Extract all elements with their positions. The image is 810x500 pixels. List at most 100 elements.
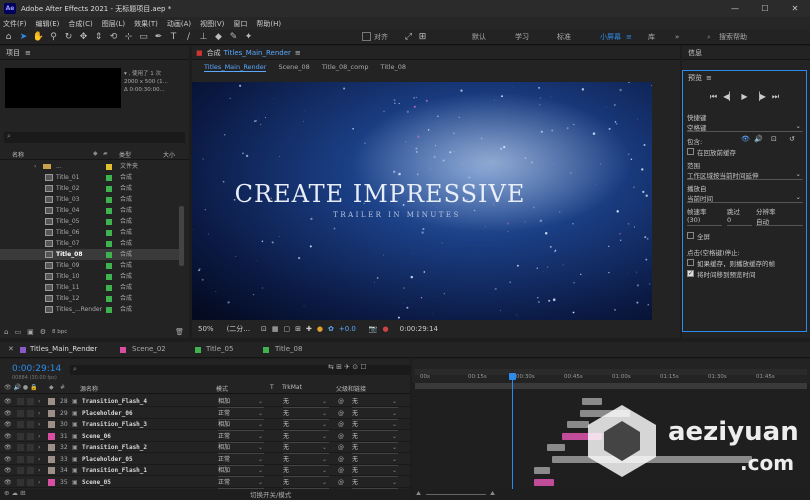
playhead-line[interactable] <box>512 373 513 500</box>
comp-tab-title08[interactable]: Title_08 <box>381 63 406 71</box>
project-item-row[interactable]: Title_09 合成 <box>0 260 180 271</box>
label-chip[interactable] <box>106 186 112 192</box>
label-chip[interactable] <box>106 175 112 181</box>
include-overlays-icon[interactable]: ⊡ <box>771 135 777 143</box>
layer-row[interactable]: 👁 › 34 ▣ Transition_Flash_1 相加 ⌄ 无 ⌄ @ 无 ⌄ <box>0 465 410 477</box>
col-source-name[interactable]: 源名称 <box>80 384 98 393</box>
lock-toggle[interactable] <box>27 444 34 451</box>
pen-tool-icon[interactable]: ✒ <box>152 31 165 44</box>
resolution-select[interactable]: (二分... <box>227 324 250 334</box>
eye-icon[interactable]: 👁 <box>4 465 12 476</box>
project-item-row[interactable]: Title_11 合成 <box>0 282 180 293</box>
close-tab-icon[interactable]: ✕ <box>8 345 14 353</box>
layer-row[interactable]: 👁 › 33 ▣ Placeholder_05 正常 ⌄ 无 ⌄ @ 无 ⌄ <box>0 454 410 466</box>
expand-arrow-icon[interactable]: › <box>38 477 40 488</box>
menu-help[interactable]: 帮助(H) <box>256 19 281 29</box>
label-chip[interactable] <box>106 241 112 247</box>
pickwhip-icon[interactable]: @ <box>338 408 344 419</box>
zoom-slider[interactable] <box>426 494 486 495</box>
menu-window[interactable]: 窗口 <box>233 19 247 29</box>
pickwhip-icon[interactable]: @ <box>338 442 344 453</box>
zoom-in-icon[interactable]: ⛰ <box>490 490 495 498</box>
channel-icon[interactable]: ✚ <box>306 325 312 333</box>
pan-tool-icon[interactable]: ✥ <box>77 31 90 44</box>
eye-icon[interactable]: 👁 <box>4 477 12 488</box>
layer-row[interactable]: 👁 › 29 ▣ Placeholder_06 正常 ⌄ 无 ⌄ @ 无 ⌄ <box>0 408 410 420</box>
workspace-learn[interactable]: 学习 <box>515 30 529 45</box>
preview-menu-icon[interactable]: ≡ <box>706 74 712 82</box>
menu-edit[interactable]: 编辑(E) <box>36 19 60 29</box>
project-scrollbar[interactable] <box>179 206 184 266</box>
eye-icon[interactable]: 👁 <box>4 431 12 442</box>
expand-arrow-icon[interactable]: › <box>38 419 40 430</box>
project-item-row[interactable]: Title_02 合成 <box>0 183 180 194</box>
exposure-icon[interactable]: ✿ <box>328 325 334 333</box>
label-chip[interactable] <box>106 164 112 170</box>
orbit-tool-icon[interactable]: ↻ <box>62 31 75 44</box>
expand-arrow-icon[interactable]: › <box>38 408 40 419</box>
snap-grid-icon[interactable]: ⊞ <box>416 31 429 44</box>
show-snapshot-icon[interactable]: ● <box>383 325 389 333</box>
res-select[interactable]: 自动 <box>756 216 803 226</box>
play-from-select[interactable]: 当前时间 ⌄ <box>687 193 803 203</box>
maximize-button[interactable]: ☐ <box>750 0 780 17</box>
label-chip[interactable] <box>48 455 55 463</box>
search-help-input[interactable]: 搜索帮助 <box>719 30 747 45</box>
project-folder-row[interactable]: ›... 文件夹 <box>0 161 180 172</box>
zoom-tool-icon[interactable]: ⚲ <box>47 31 60 44</box>
eye-icon[interactable]: 👁 <box>4 419 12 430</box>
fullscreen-checkbox[interactable] <box>687 232 694 239</box>
lock-toggle[interactable] <box>27 421 34 428</box>
snapshot-icon[interactable]: 📷 <box>369 325 378 333</box>
tag-icon[interactable]: ▰ <box>103 150 108 157</box>
lock-toggle[interactable] <box>27 409 34 417</box>
project-item-row[interactable]: Title_03 合成 <box>0 194 180 205</box>
label-chip[interactable] <box>106 219 112 225</box>
layer-bar[interactable] <box>534 467 550 474</box>
solo-toggle[interactable] <box>17 409 24 417</box>
menu-view[interactable]: 视图(V) <box>200 19 224 29</box>
comp-menu-icon[interactable]: ≡ <box>295 49 301 57</box>
workspace-small-screen[interactable]: 小屏幕 <box>600 30 621 45</box>
project-item-row[interactable]: Title_10 合成 <box>0 271 180 282</box>
label-chip[interactable] <box>48 398 55 405</box>
toggle-switches-modes[interactable]: 切换开关/模式 <box>250 489 291 499</box>
color-management-icon[interactable]: ● <box>317 325 323 333</box>
lock-toggle[interactable] <box>27 478 34 486</box>
comp-viewer[interactable]: CREATE IMPRESSIVE TRAILER IN MINUTES <box>192 82 652 320</box>
loop-icon[interactable]: ↺ <box>789 135 795 143</box>
solo-toggle[interactable] <box>17 467 24 474</box>
comp-tab-scene08[interactable]: Scene_08 <box>278 63 309 71</box>
range-select[interactable]: 工作区域按当前时间延伸 ⌄ <box>687 170 803 180</box>
lock-toggle[interactable] <box>27 455 34 463</box>
rectangle-tool-icon[interactable]: ▭ <box>137 31 150 44</box>
col-mode[interactable]: 模式 <box>216 384 228 393</box>
expand-arrow-icon[interactable]: › <box>38 442 40 453</box>
label-chip[interactable] <box>106 274 112 280</box>
project-settings-icon[interactable]: ⚙ <box>40 328 46 336</box>
move-time-checkbox[interactable]: ✓ <box>687 270 694 277</box>
layer-bar[interactable] <box>534 478 554 486</box>
label-chip[interactable] <box>106 307 112 313</box>
bpc-label[interactable]: 8 bpc <box>52 329 67 335</box>
project-item-row[interactable]: Title_07 合成 <box>0 238 180 249</box>
menu-animation[interactable]: 动画(A) <box>167 19 191 29</box>
project-item-row[interactable]: Title_04 合成 <box>0 205 180 216</box>
transparency-grid-icon[interactable]: ▦ <box>272 325 279 333</box>
solo-toggle[interactable] <box>17 444 24 451</box>
include-video-icon[interactable]: 👁 <box>741 135 750 143</box>
col-trkmat[interactable]: TrkMat <box>282 384 302 391</box>
eye-icon[interactable]: 👁 <box>4 408 12 419</box>
skip-select[interactable]: 0 <box>727 216 752 226</box>
menu-composition[interactable]: 合成(C) <box>68 19 92 29</box>
label-chip[interactable] <box>48 444 55 451</box>
playhead-handle[interactable] <box>509 373 516 380</box>
solo-toggle[interactable] <box>17 398 24 405</box>
timeline-tab-title05[interactable]: Title_05 <box>206 345 233 353</box>
solo-toggle[interactable] <box>17 455 24 463</box>
expand-arrow-icon[interactable]: › <box>38 454 40 465</box>
shortcut-select[interactable]: 空格键 ⌄ <box>687 122 803 132</box>
pickwhip-icon[interactable]: @ <box>338 431 344 442</box>
expand-arrow-icon[interactable]: › <box>38 396 40 407</box>
roi-icon[interactable]: ⊡ <box>261 325 267 333</box>
